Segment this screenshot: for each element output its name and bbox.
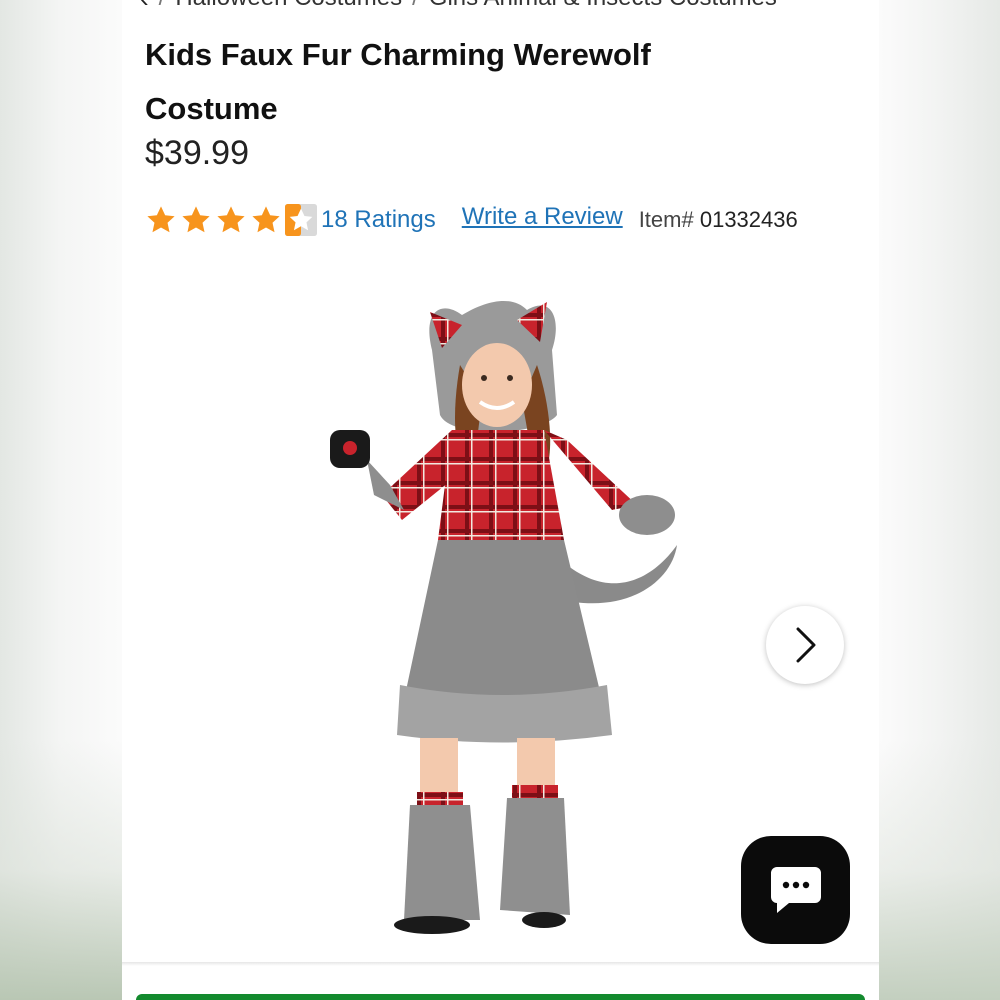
background-shade-left bbox=[0, 740, 122, 1000]
rating-row: 18 Ratings Write a Review Item# 01332436 bbox=[145, 200, 798, 240]
star-icon bbox=[182, 206, 210, 233]
star-rating[interactable] bbox=[145, 204, 317, 236]
add-to-cart-button[interactable] bbox=[136, 994, 865, 1000]
next-image-button[interactable] bbox=[766, 606, 844, 684]
half-star-icon bbox=[285, 204, 317, 236]
item-number-label: Item# bbox=[638, 207, 694, 232]
ratings-count-link[interactable]: 18 Ratings bbox=[321, 206, 436, 234]
star-icon bbox=[252, 206, 280, 233]
breadcrumb: ‹ / Halloween Costumes / Girls Animal & … bbox=[122, 0, 879, 10]
chat-button[interactable] bbox=[741, 836, 850, 944]
breadcrumb-item-halloween-costumes[interactable]: Halloween Costumes bbox=[175, 0, 402, 10]
chevron-left-icon[interactable]: ‹ bbox=[140, 0, 149, 10]
star-icon bbox=[147, 206, 175, 233]
product-image[interactable] bbox=[312, 280, 702, 950]
star-icon bbox=[217, 206, 245, 233]
chevron-right-icon bbox=[796, 627, 816, 663]
breadcrumb-separator: / bbox=[412, 0, 419, 10]
bottom-divider bbox=[122, 962, 879, 966]
breadcrumb-item-girls-animal-costumes[interactable]: Girls Animal & Insects Costumes bbox=[429, 0, 777, 10]
item-number-value: 01332436 bbox=[699, 207, 798, 232]
phone-screen: ‹ / Halloween Costumes / Girls Animal & … bbox=[122, 0, 879, 1000]
item-number: Item# 01332436 bbox=[639, 207, 798, 233]
product-price: $39.99 bbox=[145, 134, 249, 172]
write-review-link[interactable]: Write a Review bbox=[462, 203, 623, 231]
chat-bubble-icon bbox=[770, 867, 821, 913]
breadcrumb-separator: / bbox=[159, 0, 166, 10]
product-title: Kids Faux Fur Charming Werewolf Costume bbox=[145, 37, 651, 126]
background-shade-right bbox=[878, 740, 1000, 1000]
